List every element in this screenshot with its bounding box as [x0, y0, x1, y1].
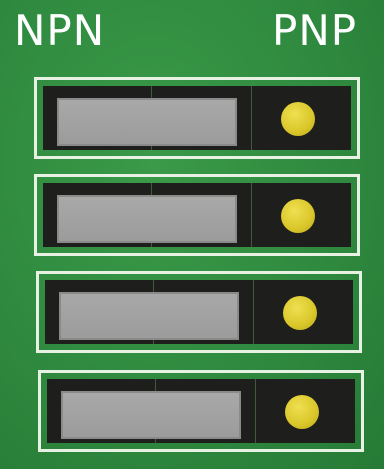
lcd-display — [61, 391, 241, 439]
slot-body — [43, 86, 351, 150]
lcd-display — [57, 98, 237, 146]
npn-label: NPN — [14, 6, 106, 55]
transistor-slot-2[interactable] — [34, 174, 360, 256]
slot-body — [47, 379, 355, 443]
transistor-slot-3[interactable] — [36, 271, 362, 353]
yellow-led-icon — [283, 296, 317, 330]
transistor-slot-1[interactable] — [34, 77, 360, 159]
lcd-display — [57, 195, 237, 243]
transistor-slot-4[interactable] — [38, 370, 364, 452]
yellow-led-icon — [281, 199, 315, 233]
yellow-led-icon — [281, 102, 315, 136]
lcd-display — [59, 292, 239, 340]
pnp-label: PNP — [272, 6, 358, 55]
circuit-board: NPN PNP — [0, 0, 384, 469]
slot-body — [43, 183, 351, 247]
yellow-led-icon — [285, 395, 319, 429]
slot-body — [45, 280, 353, 344]
